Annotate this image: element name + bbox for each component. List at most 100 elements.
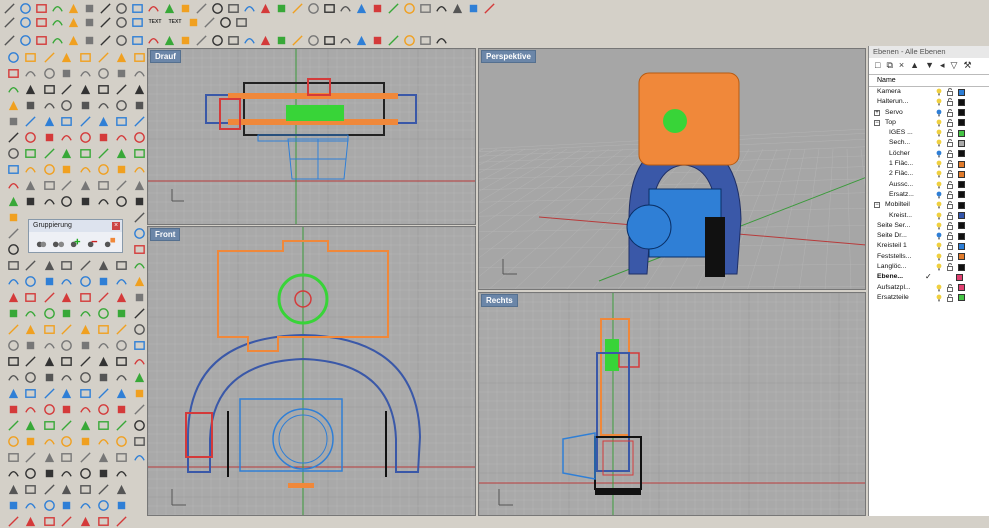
polygon-icon[interactable] [42, 162, 56, 176]
copy-icon[interactable] [59, 466, 73, 480]
delete-icon[interactable]: × [899, 60, 904, 70]
visibility-bulb-icon[interactable] [936, 242, 942, 250]
point-icon[interactable] [114, 98, 128, 112]
sphere-icon[interactable] [132, 274, 146, 288]
cylinder-icon[interactable] [6, 226, 20, 240]
visibility-bulb-icon[interactable] [936, 212, 942, 220]
loft-icon[interactable] [6, 306, 20, 320]
dimension-icon[interactable] [322, 1, 336, 15]
cone-icon[interactable] [42, 274, 56, 288]
snap-icon[interactable] [2, 15, 16, 29]
expand-icon[interactable]: + [874, 109, 880, 116]
lock-icon[interactable] [947, 88, 953, 96]
box-icon[interactable] [114, 290, 128, 304]
extend-icon[interactable] [210, 1, 224, 15]
zoom-window-icon[interactable] [178, 33, 192, 47]
lock-icon[interactable] [947, 129, 953, 138]
chamfer-icon[interactable] [42, 418, 56, 432]
arc-icon[interactable] [96, 162, 110, 176]
revolve-icon[interactable] [114, 386, 128, 400]
arc-icon[interactable] [50, 1, 64, 15]
join-icon[interactable] [226, 1, 240, 15]
layer-row[interactable]: + Servo [869, 108, 989, 118]
arc-icon[interactable] [23, 98, 37, 112]
visibility-bulb-icon[interactable] [936, 284, 942, 292]
chamfer-icon[interactable] [59, 434, 73, 448]
curve-icon[interactable] [6, 98, 20, 112]
visibility-bulb-icon[interactable] [936, 139, 942, 147]
cylinder-icon[interactable] [114, 322, 128, 336]
fillet-icon[interactable] [42, 402, 56, 416]
zoom-extents-icon[interactable] [194, 33, 208, 47]
arc-icon[interactable] [132, 194, 146, 208]
chamfer-icon[interactable] [132, 450, 146, 464]
text-icon[interactable]: TEXT [146, 15, 164, 29]
ortho-icon[interactable] [34, 15, 48, 29]
text-icon[interactable]: TEXT [166, 15, 184, 29]
boolean-union-icon[interactable] [42, 370, 56, 384]
sphere-icon[interactable] [23, 178, 37, 192]
polyline-icon[interactable] [23, 50, 37, 64]
rotate-view-icon[interactable] [226, 33, 240, 47]
scale-icon[interactable] [23, 466, 37, 480]
loft-icon[interactable] [42, 338, 56, 352]
point-icon[interactable] [96, 82, 110, 96]
collapse-icon[interactable]: − [874, 202, 880, 209]
move-icon[interactable] [114, 498, 128, 512]
boolean-diff-icon[interactable] [78, 418, 92, 432]
tools-icon[interactable]: ⚒ [963, 60, 971, 71]
layer-color-swatch[interactable] [958, 222, 965, 230]
mirror-icon[interactable] [114, 66, 128, 80]
copy-icon[interactable] [98, 33, 112, 47]
undo-icon[interactable] [130, 33, 144, 47]
lock-icon[interactable] [947, 221, 953, 230]
viewports-icon[interactable] [242, 33, 256, 47]
group-icon[interactable] [35, 235, 48, 249]
polyline-icon[interactable] [96, 114, 110, 128]
boolean-diff-icon[interactable] [96, 434, 110, 448]
visibility-bulb-icon[interactable] [936, 294, 942, 302]
cut-icon[interactable] [82, 33, 96, 47]
box-icon[interactable] [132, 258, 146, 272]
layer-color-swatch[interactable] [958, 212, 965, 220]
layer-row[interactable]: − Mobilteil [869, 200, 989, 210]
rectangle-icon[interactable] [132, 226, 146, 240]
loft-icon[interactable] [132, 370, 146, 384]
rectangle-icon[interactable] [42, 146, 56, 160]
lock-icon[interactable] [947, 160, 953, 169]
scale-icon[interactable] [78, 514, 92, 528]
layer-row[interactable]: Halterun... [869, 97, 989, 107]
car-icon[interactable] [258, 33, 272, 47]
line-icon[interactable] [2, 1, 16, 15]
smarttrack-icon[interactable] [82, 15, 96, 29]
boolean-diff-icon[interactable] [114, 450, 128, 464]
visibility-bulb-icon[interactable] [936, 232, 942, 240]
extrude-icon[interactable] [6, 274, 20, 288]
zoom-icon[interactable] [162, 33, 176, 47]
circle-icon[interactable] [6, 114, 20, 128]
polyline-icon[interactable] [18, 1, 32, 15]
chamfer-icon[interactable] [78, 450, 92, 464]
fillet-icon[interactable] [23, 386, 37, 400]
boolean-union-icon[interactable] [59, 386, 73, 400]
collapse-icon[interactable]: − [874, 119, 880, 126]
arc-icon[interactable] [42, 114, 56, 128]
help-icon[interactable] [434, 33, 448, 47]
torus-icon[interactable] [114, 354, 128, 368]
line-icon[interactable] [6, 66, 20, 80]
array-icon[interactable] [114, 82, 128, 96]
boolean-union-icon[interactable] [78, 402, 92, 416]
spline-icon[interactable] [130, 1, 144, 15]
mirror-icon[interactable] [23, 482, 37, 496]
lock-icon[interactable] [947, 170, 953, 179]
scale-icon[interactable] [59, 498, 73, 512]
render-icon[interactable] [418, 1, 432, 15]
circle-icon[interactable] [59, 114, 73, 128]
boolean-union-icon[interactable] [96, 418, 110, 432]
extrude-icon[interactable] [96, 354, 110, 368]
curve-icon[interactable] [42, 82, 56, 96]
planar-icon[interactable] [50, 15, 64, 29]
copy-icon[interactable] [6, 418, 20, 432]
offset-icon[interactable] [162, 1, 176, 15]
layer-row[interactable]: 2 Fläc... [869, 169, 989, 179]
